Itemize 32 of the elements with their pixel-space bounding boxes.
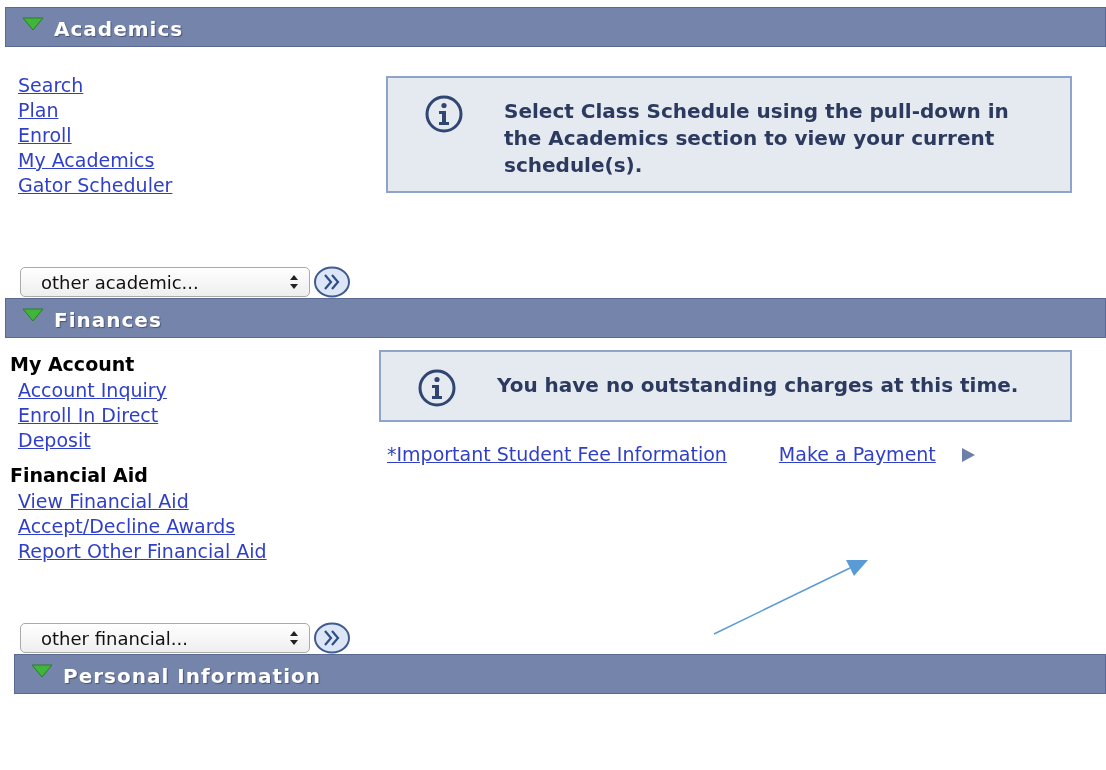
section-title: Academics — [54, 17, 184, 41]
section-title: Personal Information — [63, 664, 321, 688]
page-link[interactable]: *Important Student Fee Information — [387, 442, 727, 467]
section-header[interactable]: Finances — [5, 298, 1106, 338]
info-message: Select Class Schedule using the pull-down in the Academics section to view your current schedule(s). — [504, 98, 1010, 179]
group-heading: Financial Aid — [10, 463, 149, 488]
info-icon — [424, 94, 464, 134]
page-link[interactable]: Make a Payment — [778, 442, 936, 467]
nav-link[interactable]: Gator Scheduler — [18, 173, 173, 198]
nav-link[interactable]: Enroll In Direct — [18, 403, 159, 428]
section-header[interactable]: Personal Information — [14, 654, 1106, 694]
nav-link[interactable]: Account Inquiry — [18, 378, 167, 403]
updown-arrows-icon — [289, 630, 299, 646]
dropdown-select[interactable]: other academic... — [20, 267, 310, 297]
nav-link[interactable]: Accept/Decline Awards — [18, 514, 236, 539]
info-icon — [417, 368, 457, 408]
nav-link[interactable]: Search — [18, 73, 84, 98]
nav-link[interactable]: Report Other Financial Aid — [18, 539, 267, 564]
section-header[interactable]: Academics — [5, 7, 1106, 47]
nav-link[interactable]: Enroll — [18, 123, 72, 148]
nav-link[interactable]: Plan — [18, 98, 59, 123]
dropdown-select[interactable]: other financial... — [20, 623, 310, 653]
nav-link[interactable]: View Financial Aid — [18, 489, 189, 514]
play-arrow-icon[interactable] — [959, 446, 976, 463]
group-heading: My Account — [10, 352, 136, 377]
info-message: You have no outstanding charges at this time. — [497, 372, 1019, 399]
nav-link[interactable]: My Academics — [18, 148, 155, 173]
section-title: Finances — [54, 308, 162, 332]
nav-link[interactable]: Deposit — [18, 428, 91, 453]
updown-arrows-icon — [289, 274, 299, 290]
go-button-icon[interactable] — [313, 622, 351, 654]
go-button-icon[interactable] — [313, 266, 351, 298]
